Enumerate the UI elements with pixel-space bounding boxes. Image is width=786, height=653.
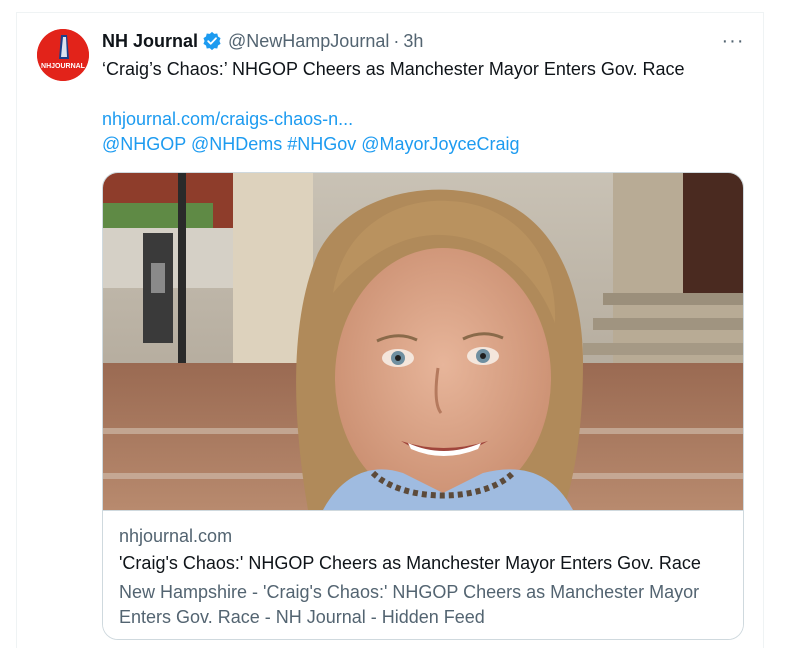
- verified-badge-icon: [202, 31, 222, 51]
- card-title[interactable]: 'Craig's Chaos:' NHGOP Cheers as Manches…: [119, 553, 729, 574]
- tweet-body-text: ‘Craig’s Chaos:’ NHGOP Cheers as Manches…: [102, 59, 685, 79]
- tweet-mentions[interactable]: @NHGOP @NHDems #NHGov @MayorJoyceCraig: [102, 132, 520, 156]
- tweet-card[interactable]: NHJOURNAL NH Journal @NewHampJournal · 3…: [16, 12, 764, 648]
- card-meta[interactable]: nhjournal.com 'Craig's Chaos:' NHGOP Che…: [103, 510, 743, 639]
- card-image[interactable]: [103, 173, 743, 510]
- timestamp[interactable]: 3h: [403, 31, 423, 52]
- tweet-link[interactable]: nhjournal.com/craigs-chaos-n...: [102, 107, 353, 131]
- link-preview-card[interactable]: nhjournal.com 'Craig's Chaos:' NHGOP Che…: [102, 172, 744, 640]
- avatar-logo-text: NHJOURNAL: [41, 63, 86, 70]
- more-options-icon[interactable]: ···: [721, 31, 745, 51]
- separator-dot: ·: [393, 30, 400, 51]
- display-name[interactable]: NH Journal: [102, 31, 198, 52]
- card-domain: nhjournal.com: [119, 526, 233, 546]
- avatar[interactable]: NHJOURNAL: [37, 29, 89, 81]
- card-description: New Hampshire - 'Craig's Chaos:' NHGOP C…: [119, 582, 700, 627]
- tweet-header: NH Journal @NewHampJournal · 3h: [102, 29, 423, 53]
- handle[interactable]: @NewHampJournal: [228, 31, 389, 52]
